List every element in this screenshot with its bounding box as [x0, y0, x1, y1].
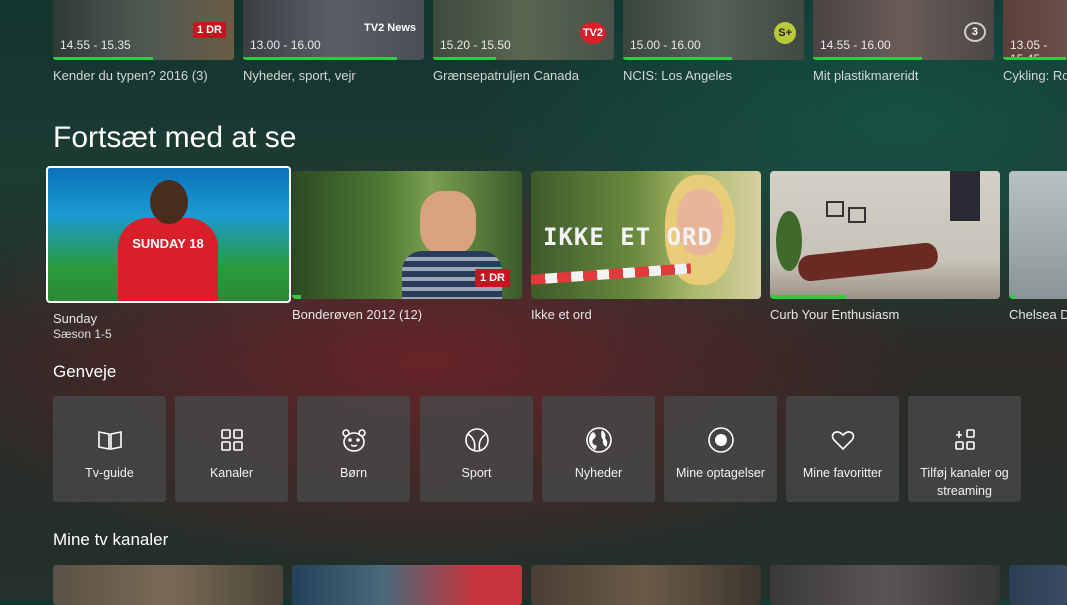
art-text: IKKE ET ORD: [543, 223, 713, 251]
player-head: [150, 180, 188, 224]
shortcut-label: Tv-guide: [85, 466, 134, 480]
live-progress: [623, 57, 732, 60]
player-shirt: [118, 218, 218, 301]
continue-card-chelsea[interactable]: [1009, 171, 1067, 299]
channel-logo: TV2 News: [364, 22, 416, 34]
continue-title: Sunday: [53, 311, 98, 326]
shortcut-label: Tilføj kanaler og streaming: [920, 466, 1009, 498]
picture-frame: [848, 207, 866, 223]
live-time: 15.20 - 15.50: [440, 38, 511, 52]
live-time: 15.00 - 16.00: [630, 38, 701, 52]
shortcut-mine-optagelser[interactable]: Mine optagelser: [664, 396, 777, 502]
continue-progress: [770, 295, 846, 299]
continue-progress: [292, 295, 302, 299]
shortcut-kanaler[interactable]: Kanaler: [175, 396, 288, 502]
live-card-1[interactable]: 13.00 - 16.00 TV2 News: [243, 0, 424, 60]
ball-icon: [463, 426, 491, 454]
plant: [776, 211, 802, 271]
channels-heading: Mine tv kanaler: [53, 530, 169, 549]
couch: [797, 241, 939, 283]
globe-icon: [585, 426, 613, 454]
shortcut-born[interactable]: Børn: [297, 396, 410, 502]
live-progress: [813, 57, 922, 60]
live-card-3[interactable]: 15.00 - 16.00 S+: [623, 0, 804, 60]
continue-title: Ikke et ord: [531, 307, 592, 322]
continue-title: Bonderøven 2012 (12): [292, 307, 423, 322]
live-progress: [1003, 57, 1066, 60]
shortcut-label: Børn: [339, 466, 368, 480]
channel-card[interactable]: [53, 565, 283, 605]
art-text: SUNDAY 18: [132, 236, 204, 251]
bear-icon: [340, 426, 368, 454]
shortcut-mine-favoritter[interactable]: Mine favoritter: [786, 396, 899, 502]
picture-frame: [826, 201, 844, 217]
add-apps-icon: [951, 426, 979, 454]
channel-logo: S+: [774, 22, 796, 44]
channel-card[interactable]: [531, 565, 761, 605]
shortcut-sport[interactable]: Sport: [420, 396, 533, 502]
live-time: 14.55 - 15.35: [60, 38, 131, 52]
live-card-2[interactable]: 15.20 - 15.50 TV2: [433, 0, 614, 60]
continue-subtitle: Sæson 1-5: [53, 327, 112, 341]
continue-card-bonderoven[interactable]: 1 DR: [292, 171, 522, 299]
shortcut-label: Mine optagelser: [676, 466, 765, 480]
police-tape: [531, 263, 692, 285]
continue-heading: Fortsæt med at se: [53, 121, 297, 154]
book-icon: [96, 426, 124, 454]
live-card-5[interactable]: 13.05 - 15.45: [1003, 0, 1067, 60]
continue-title: Curb Your Enthusiasm: [770, 307, 900, 322]
channel-logo: 1 DR: [192, 22, 226, 38]
continue-card-ikke-et-ord[interactable]: IKKE ET ORD: [531, 171, 761, 299]
live-title: Kender du typen? 2016 (3): [53, 68, 208, 83]
heart-icon: [829, 426, 857, 454]
live-title: Grænsepatruljen Canada: [433, 68, 579, 83]
channel-logo: TV2: [579, 22, 606, 44]
live-card-0[interactable]: 14.55 - 15.35 1 DR: [53, 0, 234, 60]
shortcut-nyheder[interactable]: Nyheder: [542, 396, 655, 502]
channel-card[interactable]: [1009, 565, 1067, 605]
standing-legs: [950, 171, 980, 221]
continue-card-curb[interactable]: [770, 171, 1000, 299]
shortcut-label: Mine favoritter: [802, 466, 883, 480]
record-icon: [707, 426, 735, 454]
channel-logo: 1 DR: [474, 269, 510, 287]
grid-icon: [218, 426, 246, 454]
shortcut-label: Sport: [461, 466, 492, 480]
channel-card[interactable]: [292, 565, 522, 605]
live-title: Mit plastikmareridt: [813, 68, 919, 83]
shortcut-tilfoj-kanaler[interactable]: Tilføj kanaler og streaming: [908, 396, 1021, 502]
shortcuts-heading: Genveje: [53, 362, 117, 381]
continue-title: Chelsea D: [1009, 307, 1067, 322]
continue-progress: [1009, 295, 1015, 299]
live-time: 14.55 - 16.00: [820, 38, 891, 52]
live-title: Nyheder, sport, vejr: [243, 68, 356, 83]
channel-logo: 3: [963, 22, 986, 42]
channel-card[interactable]: [770, 565, 1000, 605]
live-title: NCIS: Los Angeles: [623, 68, 733, 83]
live-progress: [53, 57, 153, 60]
shortcut-label: Kanaler: [209, 466, 254, 480]
person-face: [420, 191, 476, 255]
live-time: 13.00 - 16.00: [250, 38, 321, 52]
live-progress: [433, 57, 497, 60]
shortcut-label: Nyheder: [574, 466, 623, 480]
live-card-4[interactable]: 14.55 - 16.00 3: [813, 0, 994, 60]
continue-card-sunday[interactable]: SUNDAY 18: [46, 166, 291, 303]
live-title: Cykling: Ro: [1003, 68, 1067, 83]
live-progress: [243, 57, 397, 60]
shortcut-tv-guide[interactable]: Tv-guide: [53, 396, 166, 502]
